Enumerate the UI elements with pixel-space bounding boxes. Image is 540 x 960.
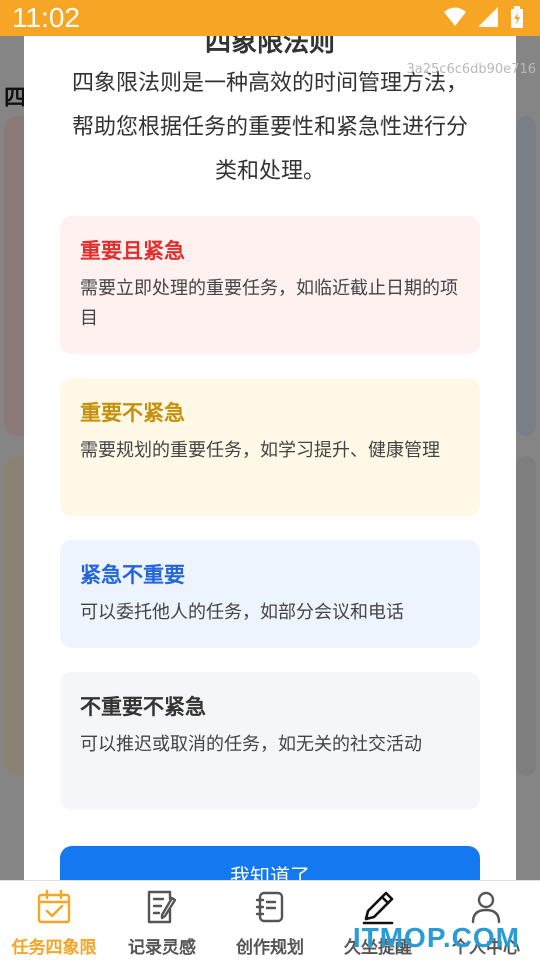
nav-label: 任务四象限 bbox=[11, 938, 97, 958]
background-heading: 四 bbox=[4, 86, 27, 111]
status-icons bbox=[444, 6, 524, 32]
quadrant-desc: 需要规划的重要任务，如学习提升、健康管理 bbox=[80, 440, 440, 461]
quadrant-title: 重要不紧急 bbox=[80, 401, 185, 425]
dialog-title: 四象限法则 bbox=[204, 36, 335, 58]
status-time: 11:02 bbox=[12, 2, 80, 33]
signal-icon bbox=[478, 7, 498, 31]
nav-label: 创作规划 bbox=[236, 938, 304, 958]
quadrant-card-urgent-important: 重要且紧急 需要立即处理的重要任务，如临近截止日期的项目 bbox=[60, 216, 480, 354]
background-card bbox=[516, 116, 536, 436]
quadrant-title: 不重要不紧急 bbox=[80, 695, 206, 719]
wifi-icon bbox=[444, 7, 466, 31]
quadrant-desc: 可以委托他人的任务，如部分会议和电话 bbox=[80, 602, 404, 623]
watermark-logo: ITMOP.COM bbox=[352, 922, 520, 953]
status-bar: 11:02 bbox=[0, 0, 540, 36]
quadrant-info-dialog: 四象限法则 四象限法则是一种高效的时间管理方法，帮助您根据任务的重要性和紧急性进… bbox=[24, 36, 516, 880]
quadrant-card-urgent-not-important: 紧急不重要 可以委托他人的任务，如部分会议和电话 bbox=[60, 540, 480, 648]
nav-item-creative-plan[interactable]: 创作规划 bbox=[216, 881, 324, 960]
confirm-button[interactable]: 我知道了 bbox=[60, 846, 480, 880]
dialog-description: 四象限法则是一种高效的时间管理方法，帮助您根据任务的重要性和紧急性进行分类和处理… bbox=[71, 71, 468, 184]
quadrant-title: 紧急不重要 bbox=[80, 563, 185, 587]
battery-icon bbox=[510, 6, 524, 32]
nav-label: 记录灵感 bbox=[128, 938, 196, 958]
quadrant-desc: 需要立即处理的重要任务，如临近截止日期的项目 bbox=[80, 278, 458, 329]
calendar-check-icon bbox=[34, 887, 74, 927]
note-pen-icon bbox=[142, 887, 182, 927]
nav-item-record-inspiration[interactable]: 记录灵感 bbox=[108, 881, 216, 960]
quadrant-desc: 可以推迟或取消的任务，如无关的社交活动 bbox=[80, 734, 422, 755]
pencil-icon bbox=[358, 887, 398, 927]
background-card bbox=[516, 456, 536, 776]
nav-item-task-quadrant[interactable]: 任务四象限 bbox=[0, 881, 108, 960]
user-icon bbox=[466, 887, 506, 927]
notebook-icon bbox=[250, 887, 290, 927]
hash-text: 3a25c6c6db90e716 bbox=[406, 62, 536, 77]
quadrant-title: 重要且紧急 bbox=[80, 239, 185, 263]
quadrant-card-not-urgent-not-important: 不重要不紧急 可以推迟或取消的任务，如无关的社交活动 bbox=[60, 672, 480, 810]
quadrant-card-important-not-urgent: 重要不紧急 需要规划的重要任务，如学习提升、健康管理 bbox=[60, 378, 480, 516]
